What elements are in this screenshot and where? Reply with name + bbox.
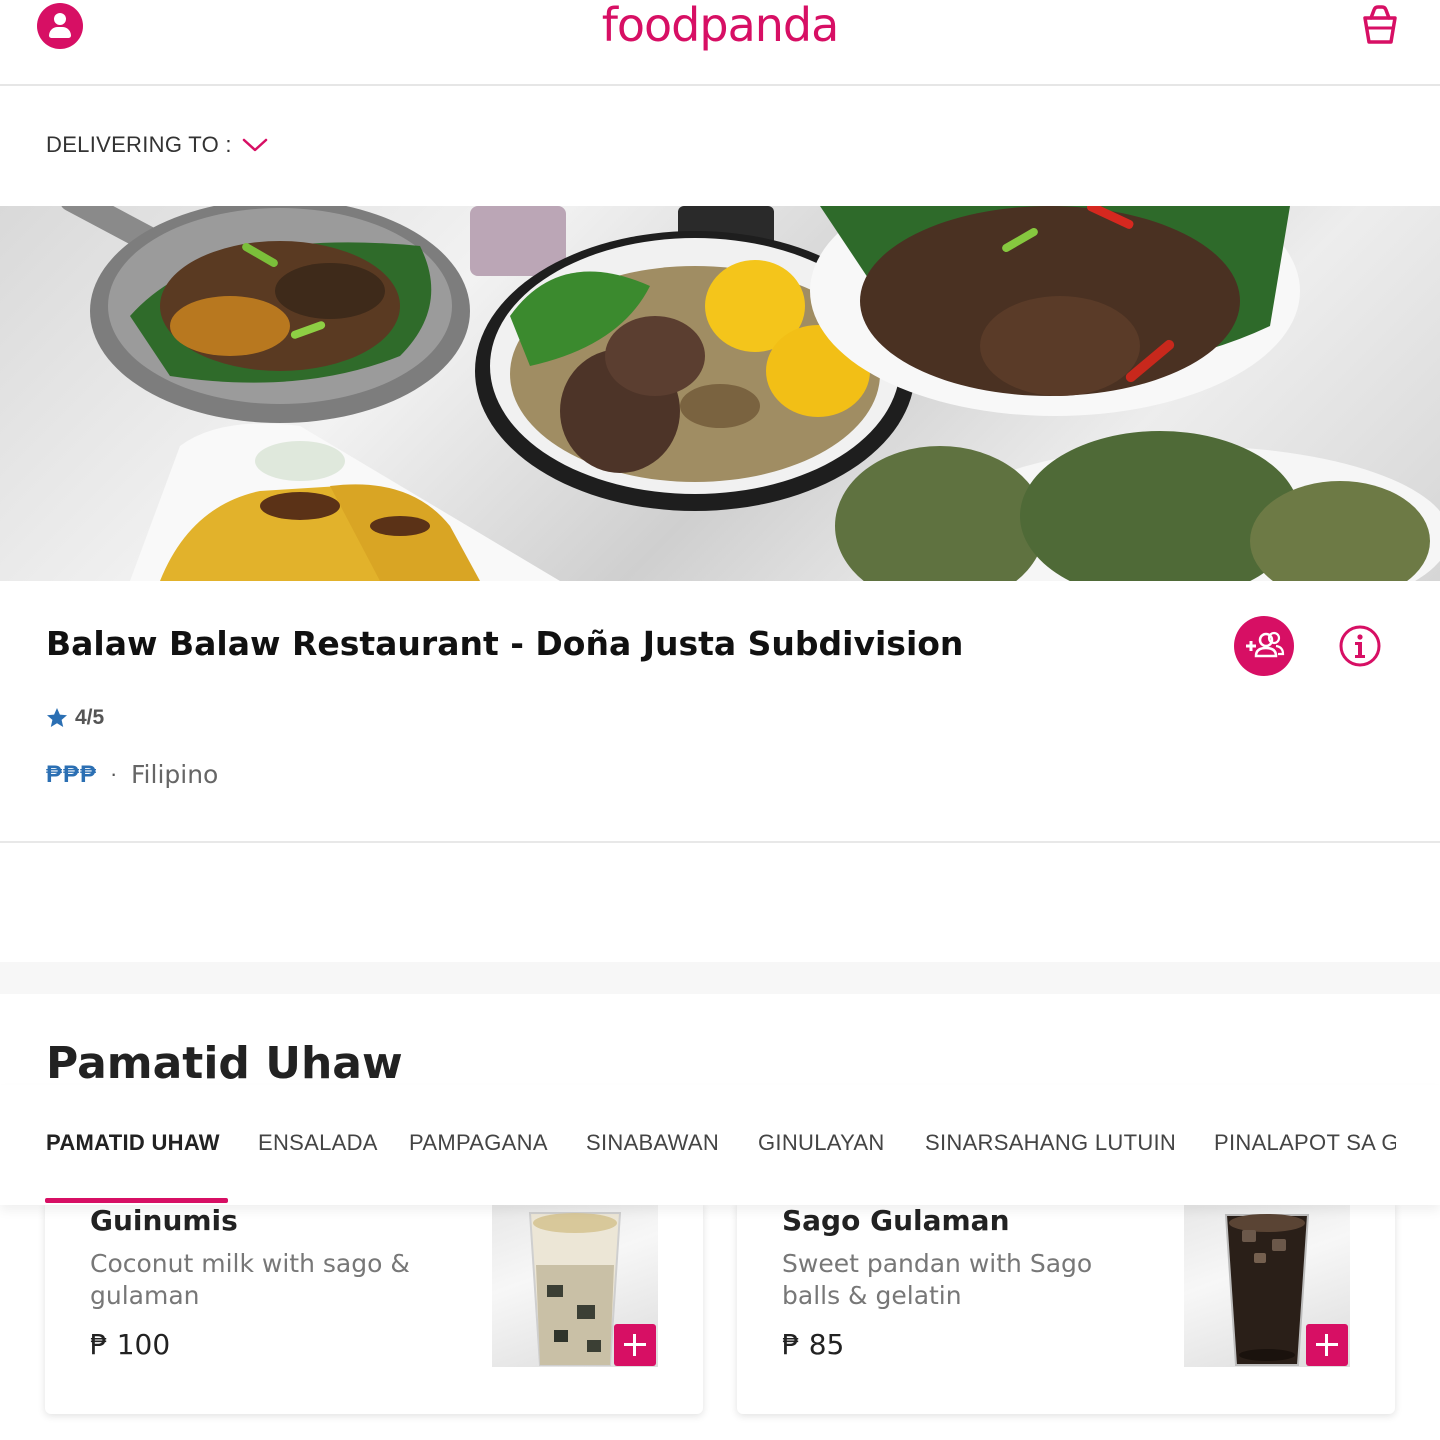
tab-sinarsahang-lutuin[interactable]: SINARSAHANG LUTUIN [925,1130,1176,1156]
dish-price: ₱ 85 [782,1328,845,1361]
restaurant-hero-image [0,206,1440,581]
menu-item-card[interactable]: Sago Gulaman Sweet pandan with Sago ball… [737,1200,1395,1414]
dish-description: Sweet pandan with Sago balls & gelatin [782,1249,1093,1310]
dish-description: Coconut milk with sago & gulaman [90,1249,410,1310]
dish-name: Sago Gulaman [782,1204,1010,1237]
brand-logo[interactable]: foodpanda [0,0,1440,52]
separator-dot: · [110,761,118,786]
tab-ensalada[interactable]: ENSALADA [258,1130,378,1156]
add-to-cart-button[interactable] [1306,1324,1348,1366]
menu-section-title: Pamatid Uhaw [46,1038,403,1089]
cuisine-label: Filipino [131,760,219,789]
tab-ginulayan[interactable]: GINULAYAN [758,1130,885,1156]
dish-price: ₱ 100 [90,1328,171,1361]
price-level: ₱₱₱ [46,761,98,788]
divider [0,841,1440,843]
delivering-to-label[interactable]: DELIVERING TO : [46,132,232,158]
star-icon [47,708,67,727]
tabs-overflow-edge [1396,1085,1440,1205]
top-bar: foodpanda [0,0,1440,86]
tab-pampagana[interactable]: PAMPAGANA [409,1130,548,1156]
chevron-down-icon[interactable] [242,136,268,154]
menu-item-card[interactable]: Guinumis Coconut milk with sago & gulama… [45,1200,703,1414]
active-tab-indicator [45,1198,228,1203]
tab-sinabawan[interactable]: SINABAWAN [586,1130,719,1156]
shopping-bag-icon[interactable] [1358,4,1402,46]
add-group-icon[interactable] [1234,616,1294,676]
section-spacer [0,962,1440,994]
tab-pamatid-uhaw[interactable]: PAMATID UHAW [46,1130,220,1156]
info-icon[interactable] [1338,624,1382,668]
dish-name: Guinumis [90,1204,238,1237]
rating-value: 4/5 [75,706,105,729]
add-to-cart-button[interactable] [614,1324,656,1366]
restaurant-name: Balaw Balaw Restaurant - Doña Justa Subd… [46,624,964,663]
category-tabs: PAMATID UHAW ENSALADA PAMPAGANA SINABAWA… [0,1085,1440,1205]
